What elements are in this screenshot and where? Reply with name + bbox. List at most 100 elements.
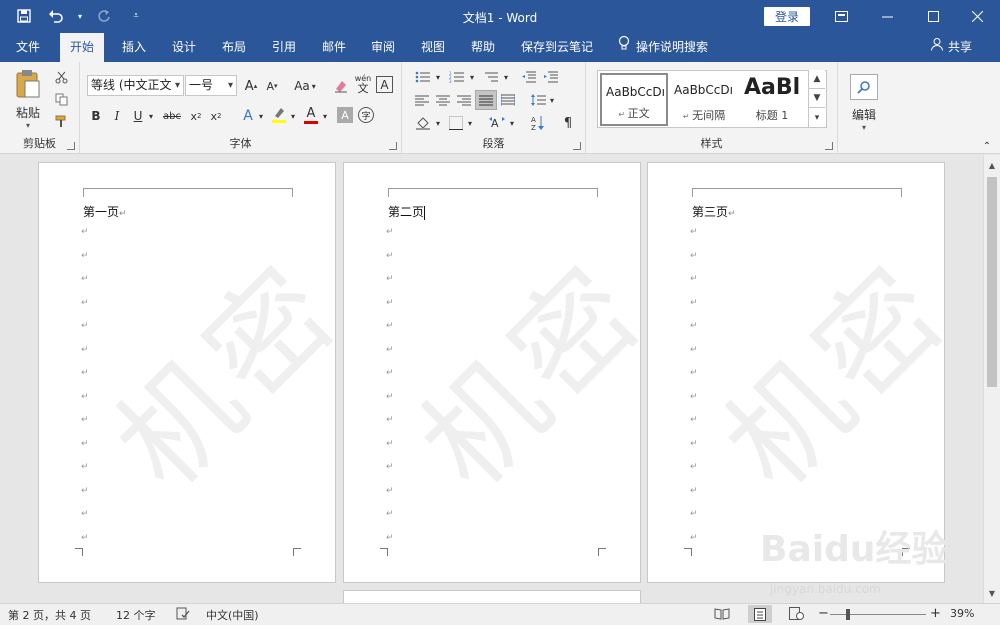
text-effects-dropdown-icon[interactable]: ▾ — [256, 106, 266, 126]
shading-icon[interactable] — [412, 114, 434, 132]
login-button[interactable]: 登录 — [764, 7, 810, 26]
editing-button[interactable]: 编辑 ▾ — [846, 68, 882, 138]
italic-icon[interactable]: I — [109, 106, 125, 126]
tab-view[interactable]: 视图 — [411, 33, 455, 62]
distributed-icon[interactable] — [498, 91, 518, 109]
font-name-combo[interactable]: 等线 (中文正文 ▾ — [87, 75, 184, 96]
close-icon[interactable] — [954, 0, 1000, 33]
font-size-combo[interactable]: 一号 ▾ — [185, 75, 237, 96]
align-center-icon[interactable] — [433, 91, 453, 109]
sort-icon[interactable]: AZ — [528, 114, 548, 132]
underline-dropdown-icon[interactable]: ▾ — [146, 106, 156, 126]
line-spacing-dropdown-icon[interactable]: ▾ — [548, 91, 556, 109]
zoom-out-icon[interactable]: − — [818, 606, 829, 621]
web-layout-icon[interactable] — [789, 607, 804, 623]
font-launcher-icon[interactable] — [389, 142, 397, 150]
multilevel-dropdown-icon[interactable]: ▾ — [502, 68, 510, 86]
borders-icon[interactable] — [446, 114, 466, 132]
bullets-icon[interactable] — [412, 68, 434, 86]
line-spacing-icon[interactable] — [528, 91, 548, 109]
ribbon-display-options-icon[interactable] — [818, 0, 864, 33]
styles-launcher-icon[interactable] — [825, 142, 833, 150]
multilevel-list-icon[interactable] — [480, 68, 502, 86]
borders-dropdown-icon[interactable]: ▾ — [466, 114, 474, 132]
tab-help[interactable]: 帮助 — [461, 33, 505, 62]
zoom-level[interactable]: 39% — [950, 607, 974, 620]
phonetic-guide-button[interactable]: wén 文 — [353, 74, 373, 96]
tab-file[interactable]: 文件 — [6, 33, 50, 62]
collapse-ribbon-icon[interactable]: ⌃ — [980, 140, 994, 152]
tab-references[interactable]: 引用 — [262, 33, 306, 62]
highlight-icon[interactable] — [270, 104, 288, 126]
underline-icon[interactable]: U — [130, 106, 146, 126]
chinese-layout-icon[interactable]: A — [486, 114, 508, 132]
proofing-icon[interactable] — [176, 607, 190, 623]
character-shading-icon[interactable]: A — [337, 107, 353, 123]
styles-scroll-up-icon[interactable]: ▲ — [809, 70, 825, 89]
justify-icon[interactable] — [475, 90, 497, 110]
text-effects-icon[interactable]: A — [240, 106, 256, 126]
scroll-down-icon[interactable]: ▼ — [984, 585, 1000, 601]
shrink-font-icon[interactable]: A ▾ — [263, 76, 281, 96]
paragraph-launcher-icon[interactable] — [573, 142, 581, 150]
zoom-slider[interactable] — [830, 614, 926, 615]
format-painter-icon[interactable] — [52, 112, 70, 130]
page-count-status[interactable]: 第 2 页，共 4 页 — [8, 607, 91, 623]
character-border-icon[interactable]: A — [376, 76, 393, 93]
tell-me-search[interactable]: 操作说明搜索 — [618, 33, 708, 62]
bold-icon[interactable]: B — [88, 106, 104, 126]
highlight-dropdown-icon[interactable]: ▾ — [288, 106, 298, 126]
font-color-icon[interactable]: A — [302, 104, 320, 126]
language-status[interactable]: 中文(中国) — [206, 607, 259, 623]
chinese-layout-dropdown-icon[interactable]: ▾ — [508, 114, 516, 132]
tab-review[interactable]: 审阅 — [361, 33, 405, 62]
style-normal[interactable]: AaBbCcDı ↵ 正文 — [600, 73, 668, 126]
copy-icon[interactable] — [52, 90, 70, 108]
page-heading[interactable]: 第一页↵ — [83, 203, 127, 220]
change-case-button[interactable]: Aa ▾ — [290, 76, 320, 96]
tab-save-to-cloud-notes[interactable]: 保存到云笔记 — [511, 33, 603, 62]
align-right-icon[interactable] — [454, 91, 474, 109]
styles-more-icon[interactable]: ▾ — [809, 108, 825, 127]
cut-icon[interactable] — [52, 68, 70, 86]
grow-font-icon[interactable]: A ▴ — [242, 76, 260, 96]
show-hide-marks-icon[interactable]: ¶ — [558, 114, 578, 132]
shading-dropdown-icon[interactable]: ▾ — [434, 114, 442, 132]
numbering-dropdown-icon[interactable]: ▾ — [468, 68, 476, 86]
subscript-icon[interactable]: x2 — [188, 106, 204, 126]
style-heading-1[interactable]: AaBl 标题 1 — [740, 73, 804, 126]
tab-home[interactable]: 开始 — [60, 33, 105, 62]
align-left-icon[interactable] — [412, 91, 432, 109]
minimize-icon[interactable] — [864, 0, 910, 33]
tab-insert[interactable]: 插入 — [112, 33, 156, 62]
maximize-icon[interactable] — [910, 0, 956, 33]
tab-design[interactable]: 设计 — [162, 33, 206, 62]
scroll-thumb[interactable] — [987, 177, 997, 387]
superscript-icon[interactable]: x2 — [208, 106, 224, 126]
bullets-dropdown-icon[interactable]: ▾ — [434, 68, 442, 86]
styles-scroll-down-icon[interactable]: ▼ — [809, 89, 825, 108]
page-heading[interactable]: 第二页 — [388, 203, 426, 220]
style-no-spacing[interactable]: AaBbCcDı ↵ 无间隔 — [670, 73, 738, 126]
page-2[interactable]: 机密 第二页 ↵ ↵ ↵ ↵ ↵ ↵ ↵ ↵ ↵ ↵ ↵ ↵ ↵ ↵ — [343, 162, 641, 583]
tab-mailings[interactable]: 邮件 — [312, 33, 356, 62]
numbering-icon[interactable]: 123 — [446, 68, 468, 86]
paste-button[interactable]: 粘贴 ▾ — [8, 68, 48, 130]
page-1[interactable]: 机密 第一页↵ ↵ ↵ ↵ ↵ ↵ ↵ ↵ ↵ ↵ ↵ ↵ ↵ ↵ ↵ — [38, 162, 336, 583]
page-4[interactable] — [343, 590, 641, 603]
scroll-up-icon[interactable]: ▲ — [984, 157, 1000, 173]
enclose-characters-icon[interactable]: 字 — [358, 107, 374, 123]
page-heading[interactable]: 第三页↵ — [692, 203, 736, 220]
zoom-in-icon[interactable]: + — [930, 606, 941, 621]
vertical-scrollbar[interactable]: ▲ ▼ — [983, 155, 1000, 603]
clipboard-launcher-icon[interactable] — [67, 142, 75, 150]
increase-indent-icon[interactable] — [541, 68, 561, 86]
word-count-status[interactable]: 12 个字 — [116, 607, 156, 623]
zoom-slider-thumb[interactable] — [846, 609, 850, 620]
print-layout-icon[interactable] — [748, 605, 772, 623]
font-color-dropdown-icon[interactable]: ▾ — [320, 106, 330, 126]
decrease-indent-icon[interactable] — [519, 68, 539, 86]
tab-layout[interactable]: 布局 — [212, 33, 256, 62]
clear-formatting-icon[interactable] — [332, 76, 350, 96]
read-mode-icon[interactable] — [714, 607, 730, 623]
